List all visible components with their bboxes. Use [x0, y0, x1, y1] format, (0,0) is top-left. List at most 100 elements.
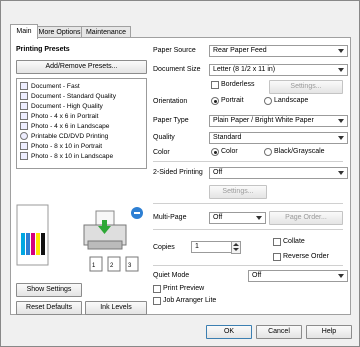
black-grayscale-radio[interactable]: [264, 148, 272, 156]
page-order-button[interactable]: Page Order...: [269, 211, 343, 225]
printer-properties-window: Main More Options Maintenance Printing P…: [0, 0, 360, 347]
chevron-down-icon[interactable]: [233, 248, 239, 251]
cancel-button[interactable]: Cancel: [256, 325, 302, 339]
preset-label: Document - Standard Quality: [31, 92, 117, 100]
photo-icon: [20, 122, 28, 130]
disc-icon: [20, 132, 28, 140]
paper-type-value: Plain Paper / Bright White Paper: [213, 117, 314, 124]
preset-label: Photo - 8 x 10 in Landscape: [31, 152, 114, 160]
photo-icon: [20, 142, 28, 150]
black-grayscale-label: Black/Grayscale: [274, 148, 325, 155]
print-preview-graphic: 1 2 3: [16, 204, 143, 272]
preset-item[interactable]: Photo - 4 x 6 in Landscape: [20, 122, 109, 130]
chevron-down-icon: [338, 68, 344, 72]
preset-item[interactable]: Photo - 4 x 6 in Portrait: [20, 112, 98, 120]
preset-label: Photo - 4 x 6 in Portrait: [31, 112, 99, 120]
tab-main[interactable]: Main: [10, 24, 38, 39]
document-icon: [20, 102, 28, 110]
document-icon: [20, 92, 28, 100]
preset-item[interactable]: Document - Fast: [20, 82, 80, 90]
ink-levels-button[interactable]: Ink Levels: [85, 301, 147, 315]
preset-item[interactable]: Document - Standard Quality: [20, 92, 116, 100]
preset-item[interactable]: Photo - 8 x 10 in Landscape: [20, 152, 113, 160]
quiet-mode-value: Off: [252, 272, 262, 279]
job-arranger-lite-checkbox[interactable]: [153, 297, 161, 305]
photo-icon: [20, 112, 28, 120]
add-remove-presets-button[interactable]: Add/Remove Presets...: [16, 60, 147, 74]
divider: [153, 161, 343, 162]
portrait-radio[interactable]: [211, 97, 219, 105]
printing-presets-heading: Printing Presets: [16, 46, 70, 53]
paper-type-label: Paper Type: [153, 117, 189, 124]
two-sided-printing-label: 2-Sided Printing: [153, 169, 203, 176]
borderless-label: Borderless: [221, 81, 255, 88]
paper-source-label: Paper Source: [153, 47, 196, 54]
multi-page-label: Multi-Page: [153, 214, 187, 221]
landscape-radio[interactable]: [264, 97, 272, 105]
document-size-value: Letter (8 1/2 x 11 in): [213, 66, 276, 73]
preset-item[interactable]: Document - High Quality: [20, 102, 103, 110]
quality-select[interactable]: Standard: [209, 132, 348, 144]
quality-label: Quality: [153, 134, 175, 141]
document-size-select[interactable]: Letter (8 1/2 x 11 in): [209, 64, 348, 76]
preset-label: Document - Fast: [31, 82, 80, 90]
multi-page-select[interactable]: Off: [209, 212, 266, 224]
color-radio[interactable]: [211, 148, 219, 156]
copies-input[interactable]: 1: [191, 241, 232, 253]
photo-icon: [20, 152, 28, 160]
preset-item[interactable]: Printable CD/DVD Printing: [20, 132, 108, 140]
two-sided-printing-value: Off: [213, 169, 223, 176]
multi-page-value: Off: [213, 214, 223, 221]
document-size-label: Document Size: [153, 66, 201, 73]
chevron-down-icon: [338, 119, 344, 123]
divider: [153, 265, 343, 266]
borderless-checkbox[interactable]: [211, 81, 219, 89]
reverse-order-checkbox[interactable]: [273, 253, 281, 261]
show-settings-button[interactable]: Show Settings: [16, 283, 82, 297]
divider: [153, 229, 343, 230]
paper-type-select[interactable]: Plain Paper / Bright White Paper: [209, 115, 348, 127]
paper-source-value: Rear Paper Feed: [213, 47, 267, 54]
chevron-up-icon[interactable]: [233, 243, 239, 246]
print-preview-checkbox[interactable]: [153, 285, 161, 293]
quiet-mode-label: Quiet Mode: [153, 272, 190, 279]
quiet-mode-select[interactable]: Off: [248, 270, 348, 282]
ok-button[interactable]: OK: [206, 325, 252, 339]
portrait-label: Portrait: [221, 97, 244, 104]
color-label: Color: [153, 149, 170, 156]
chevron-down-icon: [338, 274, 344, 278]
presets-list[interactable]: Document - Fast Document - Standard Qual…: [16, 78, 147, 169]
paper-source-select[interactable]: Rear Paper Feed: [209, 45, 348, 57]
orientation-label: Orientation: [153, 98, 188, 105]
chevron-down-icon: [338, 49, 344, 53]
landscape-label: Landscape: [274, 97, 309, 104]
chevron-down-icon: [338, 171, 344, 175]
job-arranger-lite-label: Job Arranger Lite: [163, 297, 217, 304]
chevron-down-icon: [256, 216, 262, 220]
preset-label: Printable CD/DVD Printing: [31, 132, 109, 140]
chevron-down-icon: [338, 136, 344, 140]
borderless-settings-button[interactable]: Settings...: [269, 80, 343, 94]
reset-defaults-button[interactable]: Reset Defaults: [16, 301, 82, 315]
two-sided-printing-select[interactable]: Off: [209, 167, 348, 179]
printer-icon: [83, 207, 143, 250]
help-button[interactable]: Help: [306, 325, 352, 339]
copies-value: 1: [195, 243, 199, 250]
copies-stepper[interactable]: [231, 241, 241, 254]
preset-item[interactable]: Photo - 8 x 10 in Portrait: [20, 142, 102, 150]
preset-label: Photo - 4 x 6 in Landscape: [31, 122, 110, 130]
page-layout-icons: 1 2 3: [89, 256, 139, 272]
collate-checkbox[interactable]: [273, 238, 281, 246]
document-icon: [20, 82, 28, 90]
preset-label: Document - High Quality: [31, 102, 103, 110]
ink-levels-icon: [16, 204, 49, 266]
two-sided-settings-button[interactable]: Settings...: [209, 185, 267, 199]
quality-value: Standard: [213, 134, 242, 141]
copies-label: Copies: [153, 244, 175, 251]
preset-label: Photo - 8 x 10 in Portrait: [31, 142, 103, 150]
reverse-order-label: Reverse Order: [283, 253, 329, 260]
print-preview-label: Print Preview: [163, 285, 205, 292]
collate-label: Collate: [283, 238, 305, 245]
divider: [153, 203, 343, 204]
color-option-label: Color: [221, 148, 238, 155]
